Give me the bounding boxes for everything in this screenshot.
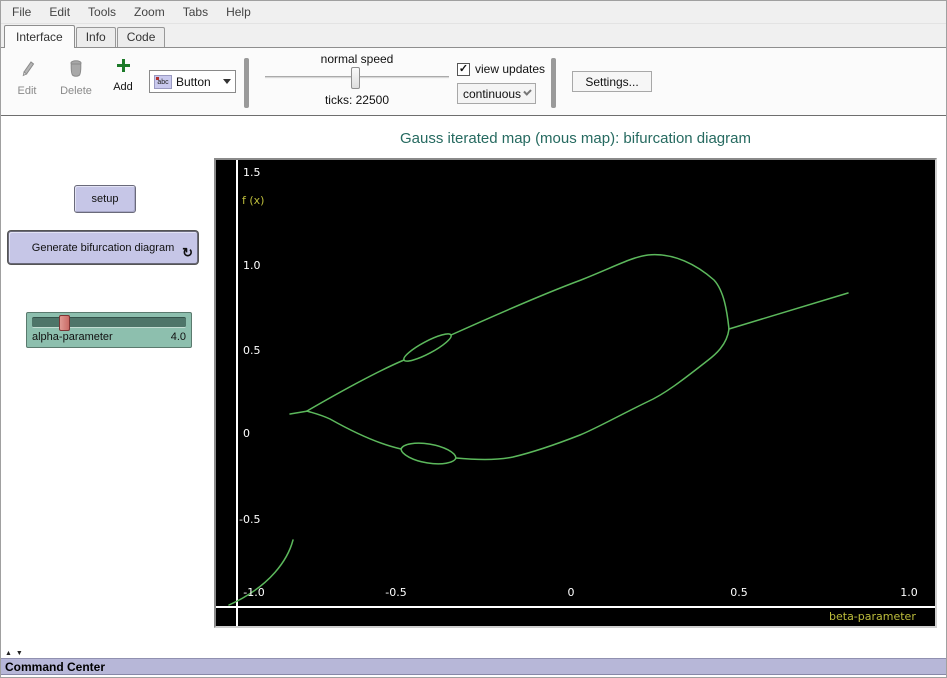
curve-lower-ear bbox=[401, 443, 456, 464]
setup-button[interactable]: setup bbox=[74, 185, 136, 213]
toolbar-separator bbox=[244, 58, 249, 108]
plus-icon bbox=[115, 57, 132, 79]
speed-slider-label: normal speed bbox=[265, 52, 449, 66]
edit-button-label: Edit bbox=[11, 85, 43, 97]
menu-zoom[interactable]: Zoom bbox=[125, 2, 174, 22]
alpha-parameter-slider[interactable]: alpha-parameter 4.0 bbox=[26, 312, 192, 348]
view-updates-group: ✓ view updates continuous bbox=[457, 62, 545, 104]
x-tick-0.5: 0.5 bbox=[719, 586, 759, 599]
speed-slider[interactable] bbox=[265, 76, 449, 79]
view-updates-checkbox[interactable]: ✓ bbox=[457, 63, 470, 76]
menu-tabs[interactable]: Tabs bbox=[174, 2, 217, 22]
button-widget-icon: abc bbox=[154, 75, 172, 89]
widget-type-dropdown[interactable]: abc Button bbox=[149, 70, 236, 93]
splitter-arrows-icon[interactable]: ▲ ▼ bbox=[5, 650, 24, 657]
speed-slider-thumb[interactable] bbox=[351, 67, 360, 89]
y-tick-0.5: 0.5 bbox=[243, 344, 261, 357]
delete-button[interactable]: Delete bbox=[56, 59, 96, 97]
curve-upper-left bbox=[307, 360, 404, 411]
generate-bifurcation-button[interactable]: Generate bifurcation diagram ↻ bbox=[8, 231, 198, 264]
add-button[interactable]: Add bbox=[106, 57, 140, 93]
tab-bar: Interface Info Code bbox=[1, 24, 946, 48]
toolbar: Edit Delete Add abc Button bbox=[1, 48, 946, 116]
netlogo-window: File Edit Tools Zoom Tabs Help Interface… bbox=[0, 0, 947, 678]
interface-canvas: Gauss iterated map (mous map): bifurcati… bbox=[1, 116, 946, 654]
alpha-slider-thumb[interactable] bbox=[59, 315, 70, 331]
x-tick-neg0.5: -0.5 bbox=[376, 586, 416, 599]
speed-slider-group: normal speed ticks: 22500 bbox=[265, 52, 449, 107]
menu-file[interactable]: File bbox=[3, 2, 40, 22]
curve-upper-lens bbox=[404, 334, 451, 361]
world-view: 1.5 1.0 0.5 0 -0.5 -1.0 -0.5 0 0.5 1.0 f… bbox=[214, 158, 937, 628]
view-updates-label: view updates bbox=[475, 62, 545, 76]
alpha-slider-track[interactable] bbox=[32, 317, 186, 328]
x-tick-1.0: 1.0 bbox=[889, 586, 929, 599]
menu-help[interactable]: Help bbox=[217, 2, 260, 22]
alpha-slider-label: alpha-parameter bbox=[32, 331, 113, 343]
tab-info[interactable]: Info bbox=[76, 27, 116, 47]
edit-button[interactable]: Edit bbox=[11, 59, 43, 97]
y-axis-title: f (x) bbox=[242, 194, 264, 207]
y-tick-1.5: 1.5 bbox=[243, 166, 261, 179]
forever-refresh-icon: ↻ bbox=[182, 245, 193, 261]
y-tick-1.0: 1.0 bbox=[243, 259, 261, 272]
y-tick-0: 0 bbox=[243, 427, 250, 440]
curve-stub bbox=[290, 411, 308, 414]
update-mode-selected: continuous bbox=[463, 87, 521, 101]
menu-edit[interactable]: Edit bbox=[40, 2, 79, 22]
tab-code[interactable]: Code bbox=[117, 27, 166, 47]
curve-lower-left bbox=[307, 411, 401, 449]
y-tick-neg0.5: -0.5 bbox=[239, 513, 260, 526]
x-tick-0: 0 bbox=[551, 586, 591, 599]
menu-tools[interactable]: Tools bbox=[79, 2, 125, 22]
plot-area: 1.5 1.0 0.5 0 -0.5 -1.0 -0.5 0 0.5 1.0 f… bbox=[216, 160, 935, 626]
x-axis-title: beta-parameter bbox=[829, 610, 916, 623]
curve-lower-right bbox=[456, 329, 729, 459]
dropdown-arrow-icon bbox=[223, 79, 231, 84]
curve-upper-right bbox=[451, 255, 729, 335]
command-center-splitter[interactable]: ▲ ▼ bbox=[1, 654, 946, 658]
menu-bar: File Edit Tools Zoom Tabs Help bbox=[1, 1, 946, 24]
generate-button-label: Generate bifurcation diagram bbox=[32, 242, 174, 254]
alpha-slider-value: 4.0 bbox=[171, 331, 186, 343]
ticks-counter: ticks: 22500 bbox=[265, 93, 449, 107]
widget-type-selected: Button bbox=[176, 75, 219, 89]
pencil-icon bbox=[20, 59, 35, 83]
trash-icon bbox=[68, 59, 84, 83]
command-center-title: Command Center bbox=[5, 660, 105, 674]
command-center-bar: Command Center bbox=[1, 658, 946, 675]
x-tick-neg1.0: -1.0 bbox=[234, 586, 274, 599]
chevron-down-icon bbox=[523, 87, 531, 95]
curve-tail bbox=[729, 293, 848, 329]
bifurcation-curve bbox=[216, 160, 935, 626]
settings-button[interactable]: Settings... bbox=[572, 71, 652, 92]
update-mode-dropdown[interactable]: continuous bbox=[457, 83, 536, 104]
toolbar-separator-2 bbox=[551, 58, 556, 108]
page-title: Gauss iterated map (mous map): bifurcati… bbox=[214, 130, 937, 147]
tab-interface[interactable]: Interface bbox=[4, 25, 75, 48]
add-button-label: Add bbox=[106, 81, 140, 93]
delete-button-label: Delete bbox=[56, 85, 96, 97]
